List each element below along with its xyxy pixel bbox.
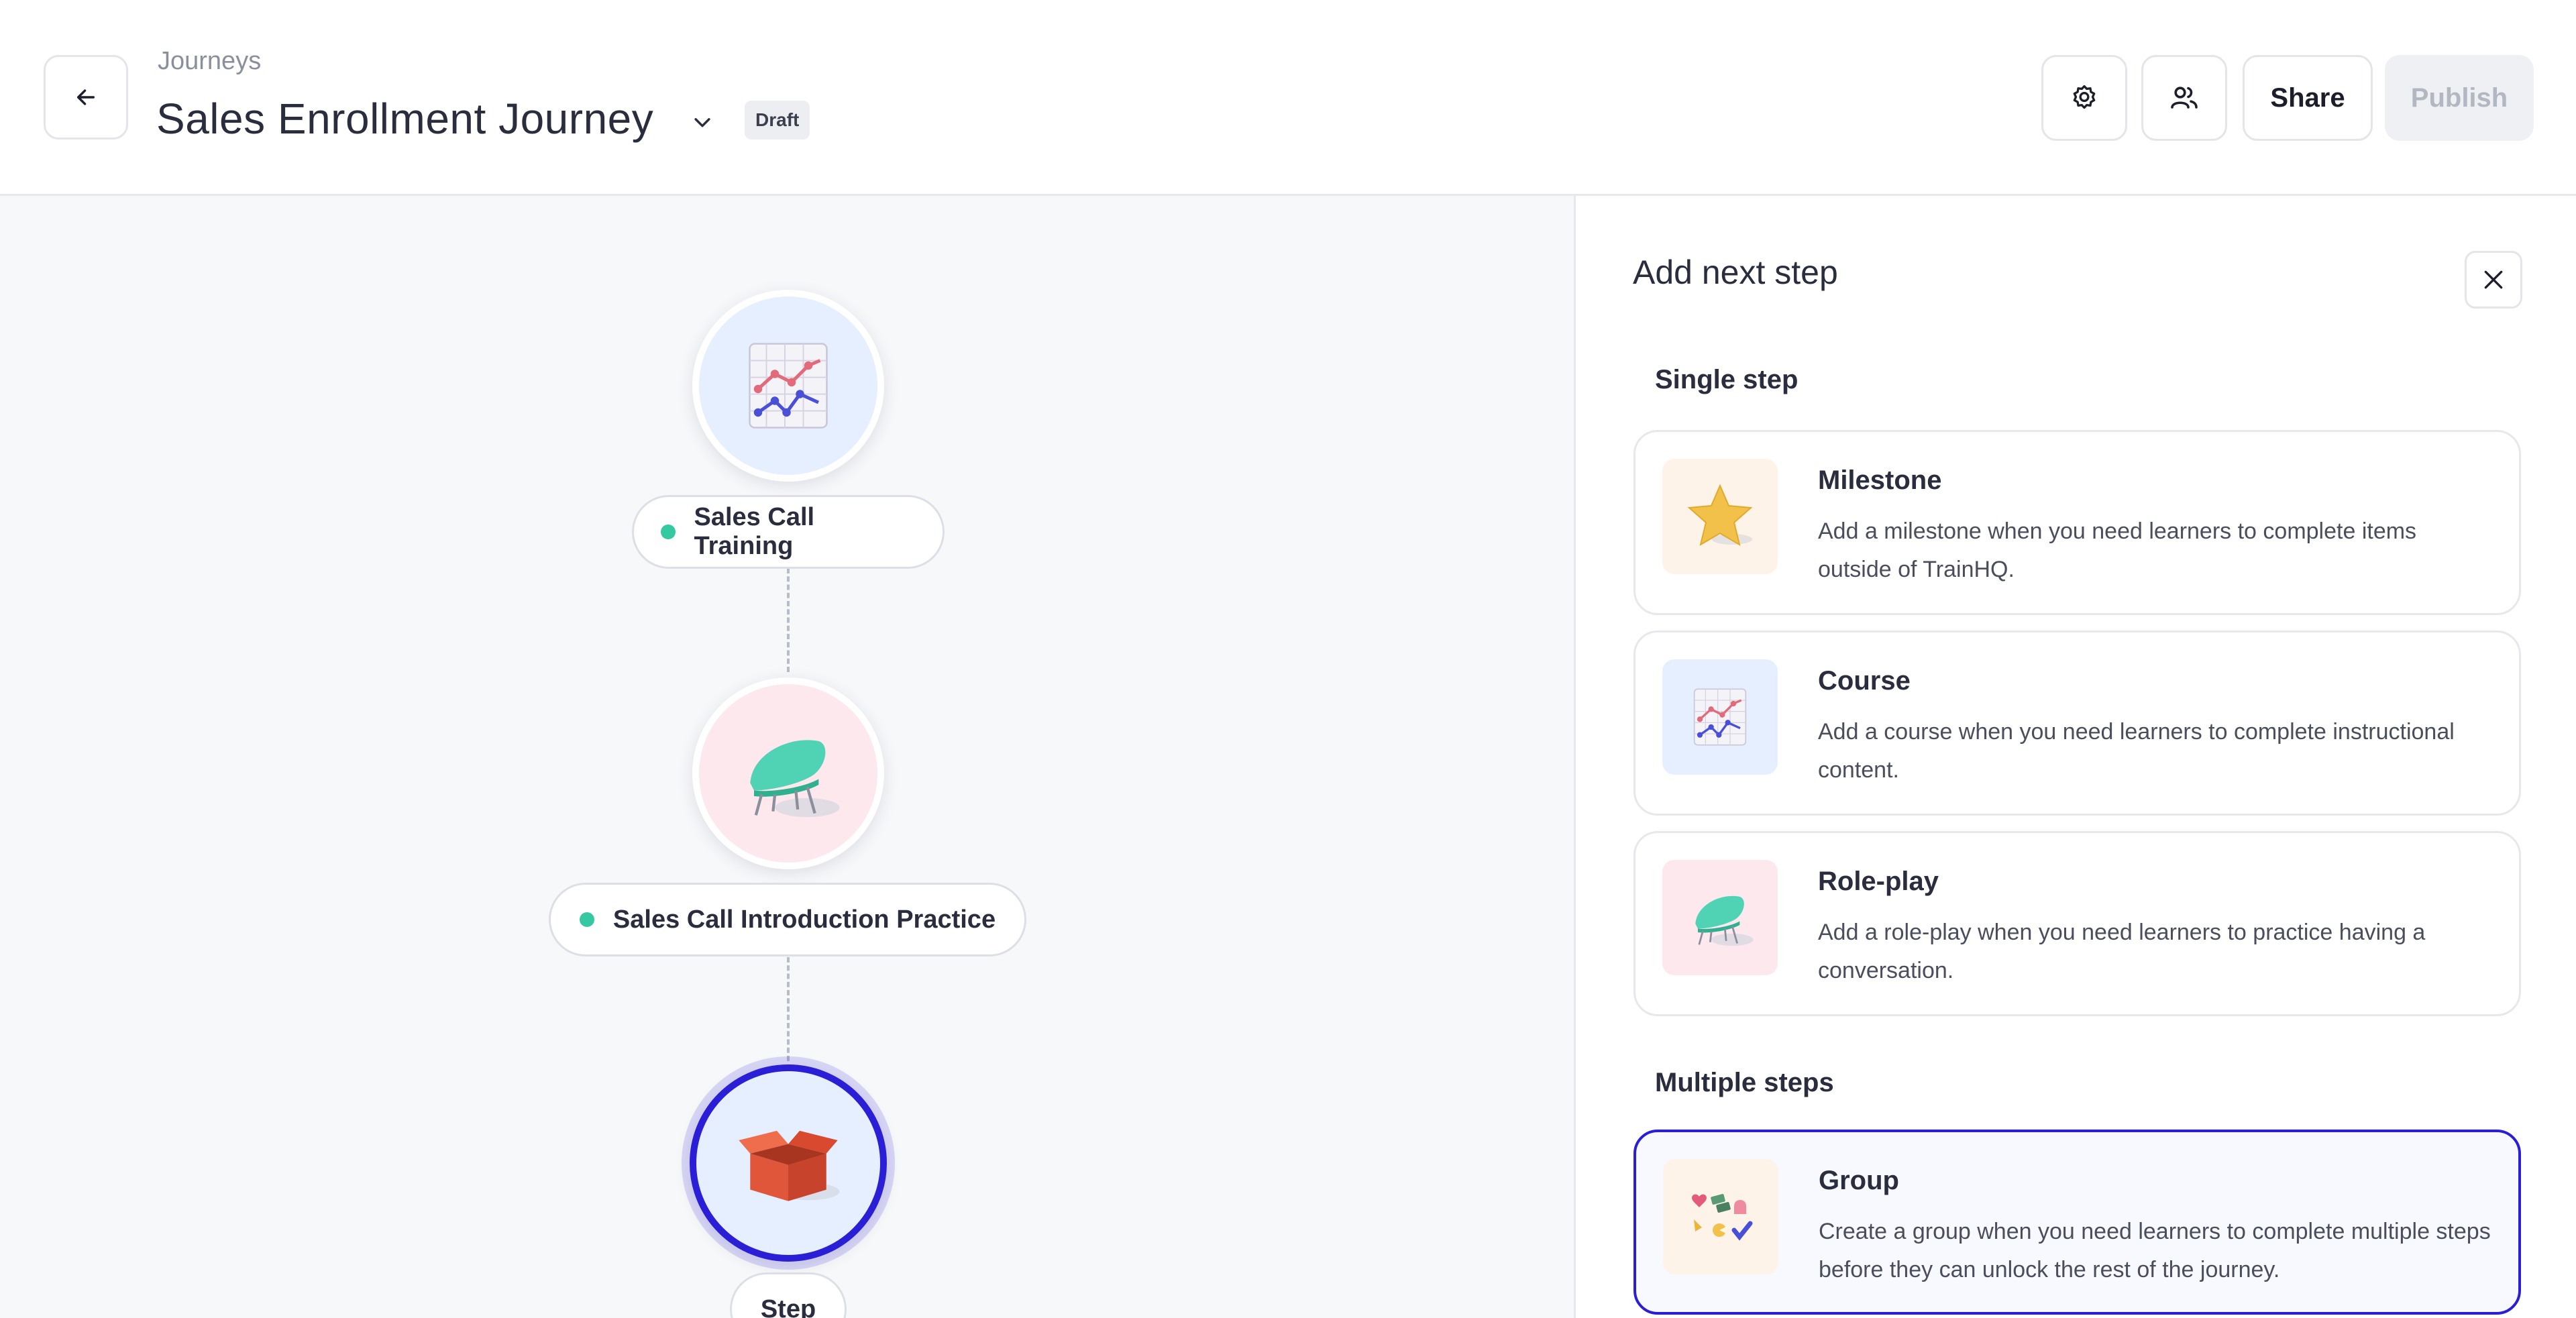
- section-label-single: Single step: [1655, 365, 1799, 394]
- option-role-play[interactable]: Role-play Add a role-play when you need …: [1633, 831, 2521, 1016]
- node-label-pill[interactable]: Sales Call Introduction Practice: [549, 883, 1026, 956]
- option-description: Add a course when you need learners to c…: [1818, 719, 2455, 783]
- connector-line: [787, 957, 790, 1061]
- connector-line: [787, 568, 790, 672]
- node-sales-call-introduction-practice[interactable]: [692, 677, 884, 869]
- collaborators-button[interactable]: [2141, 55, 2227, 141]
- breadcrumb[interactable]: Journeys: [158, 47, 261, 76]
- node-label-pill[interactable]: Step: [730, 1272, 847, 1318]
- node-sales-call-training[interactable]: [692, 290, 884, 482]
- chair-icon: [1683, 881, 1757, 954]
- gear-icon: [2073, 85, 2096, 109]
- title-dropdown-button[interactable]: [688, 107, 717, 137]
- users-icon: [2171, 87, 2198, 109]
- top-header: Journeys Sales Enrollment Journey Draft …: [0, 0, 2576, 196]
- status-dot: [661, 525, 676, 539]
- option-name: Group: [1819, 1166, 1899, 1195]
- chart-icon: [1686, 683, 1754, 751]
- publish-button[interactable]: Publish: [2385, 55, 2534, 141]
- option-thumb: [1662, 860, 1778, 975]
- node-label: Step: [760, 1295, 816, 1318]
- star-icon: [1680, 476, 1760, 557]
- close-icon: [2484, 270, 2503, 289]
- group-icon: [1680, 1176, 1761, 1257]
- option-name: Role-play: [1818, 867, 1939, 896]
- close-panel-button[interactable]: [2465, 251, 2522, 309]
- option-name: Milestone: [1818, 465, 1942, 495]
- option-thumb: [1663, 1159, 1778, 1274]
- option-group[interactable]: Group Create a group when you need learn…: [1633, 1130, 2521, 1315]
- node-label: Sales Call Training: [694, 503, 815, 560]
- chair-icon: [731, 716, 845, 830]
- chevron-down-icon: [694, 118, 710, 127]
- settings-button[interactable]: [2041, 55, 2127, 141]
- node-label: Sales Call Introduction Practice: [612, 905, 996, 934]
- option-thumb: [1662, 459, 1778, 574]
- status-dot: [579, 912, 594, 927]
- back-button[interactable]: [44, 55, 128, 140]
- option-name: Course: [1818, 666, 1911, 696]
- box-icon: [731, 1106, 845, 1220]
- arrow-left-icon: [76, 89, 95, 105]
- node-new-step[interactable]: [690, 1064, 887, 1262]
- option-description: Add a role-play when you need learners t…: [1818, 920, 2426, 983]
- section-label-multiple: Multiple steps: [1655, 1068, 1834, 1097]
- option-thumb: [1662, 659, 1778, 775]
- journey-canvas[interactable]: Sales Call Training Sales Call Introduct…: [0, 196, 1574, 1318]
- option-description: Create a group when you need learners to…: [1819, 1219, 2491, 1282]
- option-description: Add a milestone when you need learners t…: [1818, 518, 2417, 582]
- chart-icon: [738, 335, 839, 436]
- status-badge: Draft: [745, 101, 810, 140]
- option-milestone[interactable]: Milestone Add a milestone when you need …: [1633, 430, 2521, 615]
- node-label-pill[interactable]: Sales Call Training: [632, 495, 945, 569]
- option-course[interactable]: Course Add a course when you need learne…: [1633, 630, 2521, 816]
- share-button[interactable]: Share: [2243, 55, 2373, 141]
- page-title: Sales Enrollment Journey: [156, 95, 654, 143]
- add-step-panel: Add next step Single step Milestone Add …: [1574, 196, 2576, 1318]
- panel-title: Add next step: [1633, 254, 1838, 291]
